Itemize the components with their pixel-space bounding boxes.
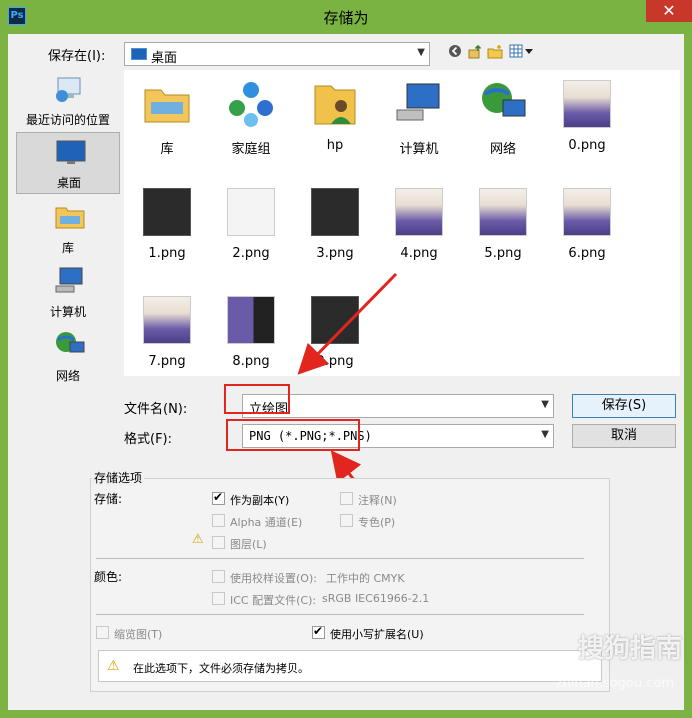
arrow-to-filename xyxy=(297,272,398,375)
annotations-checkbox[interactable] xyxy=(340,492,353,505)
thumbnail-checkbox[interactable] xyxy=(96,626,109,639)
spot-color-label: 专色(P) xyxy=(358,516,396,529)
save-options-group: 存储选项 存储: 作为副本(Y) 注释(N) Alpha 通道(E) 专色(P)… xyxy=(90,469,610,692)
icc-profile-label: ICC 配置文件(C): xyxy=(230,594,317,607)
divider xyxy=(96,614,584,615)
alpha-label: Alpha 通道(E) xyxy=(230,516,303,529)
warning-text: 在此选项下，文件必须存储为拷贝。 xyxy=(133,662,309,675)
proof-setup-value: 工作中的 CMYK xyxy=(326,572,405,585)
spot-color-checkbox[interactable] xyxy=(340,514,353,527)
proof-setup-label: 使用校样设置(O): xyxy=(230,572,317,585)
save-as-dialog: 保存在(I): 桌面 ▼ 最近访问的位置 桌面 库 计算机 网络 库 家庭组 h… xyxy=(8,34,684,710)
color-label: 颜色: xyxy=(94,570,123,584)
watermark-url: zhinan.sogou.com xyxy=(555,676,674,691)
proof-setup-checkbox[interactable] xyxy=(212,570,225,583)
window-title: 存储为 xyxy=(323,9,369,27)
watermark-brand: 搜狗指南 xyxy=(577,634,682,664)
as-copy-checkbox[interactable] xyxy=(212,490,225,505)
alpha-checkbox[interactable] xyxy=(212,514,225,527)
save-options-title: 存储选项 xyxy=(92,469,145,486)
lowercase-extension-checkbox[interactable] xyxy=(312,624,325,639)
icc-profile-value: sRGB IEC61966-2.1 xyxy=(322,592,430,605)
icc-profile-checkbox[interactable] xyxy=(212,592,225,605)
thumbnail-label: 缩览图(T) xyxy=(114,628,163,641)
title-bar: Ps 存储为 ✕ xyxy=(0,0,692,34)
warning-icon: ⚠ xyxy=(192,532,204,547)
store-label: 存储: xyxy=(94,492,123,506)
warning-box: ⚠ 在此选项下，文件必须存储为拷贝。 xyxy=(98,650,602,682)
lowercase-extension-label: 使用小写扩展名(U) xyxy=(330,628,424,641)
divider xyxy=(96,558,584,559)
close-button[interactable]: ✕ xyxy=(646,0,692,22)
warning-icon: ⚠ xyxy=(107,658,120,674)
layers-label: 图层(L) xyxy=(230,538,267,551)
annotations-label: 注释(N) xyxy=(358,494,397,507)
as-copy-label: 作为副本(Y) xyxy=(230,494,290,507)
layers-checkbox[interactable] xyxy=(212,536,225,549)
